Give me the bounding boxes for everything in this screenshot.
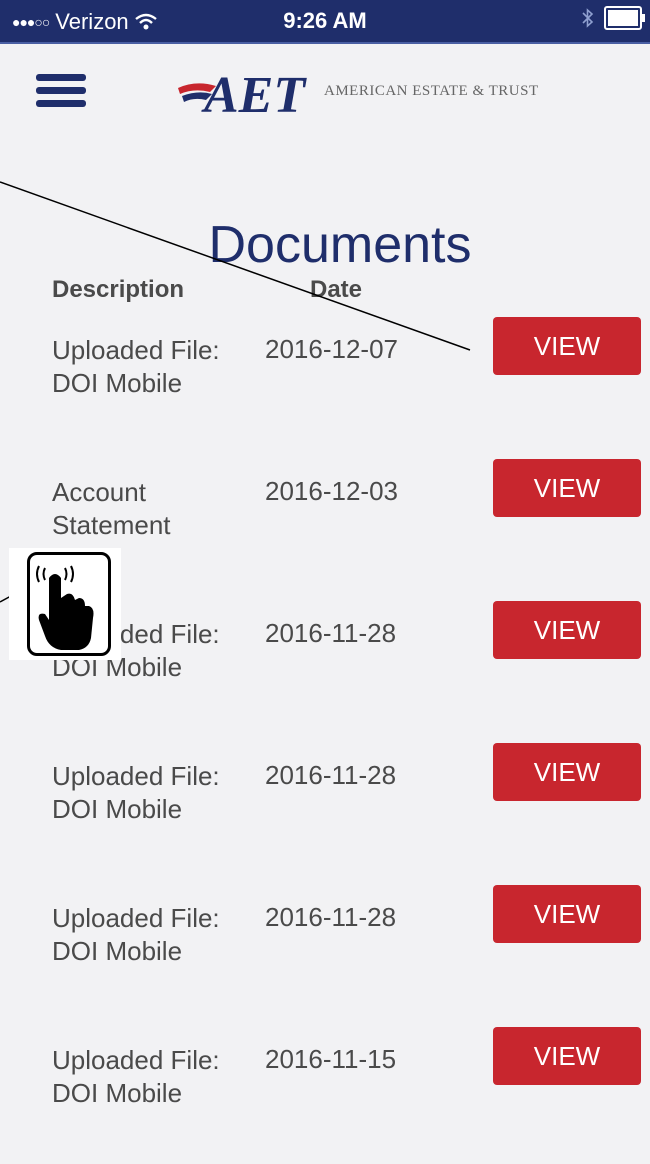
- logo-text: AET: [201, 67, 307, 118]
- view-button[interactable]: VIEW: [493, 459, 641, 517]
- page-title: Documents: [208, 215, 472, 274]
- column-header-description: Description: [52, 276, 185, 303]
- row-description: Uploaded File: DOI Mobile: [52, 903, 220, 966]
- bluetooth-icon: [582, 8, 594, 28]
- view-button[interactable]: VIEW: [493, 317, 641, 375]
- row-description: Uploaded File: DOI Mobile: [52, 335, 220, 398]
- menu-icon-bar: [36, 74, 86, 81]
- row-date: 2016-11-28: [265, 760, 397, 790]
- row-date: 2016-12-07: [265, 334, 398, 364]
- brand-name: AMERICAN ESTATE & TRUST: [324, 83, 539, 99]
- row-date: 2016-12-03: [265, 476, 398, 506]
- view-button[interactable]: VIEW: [493, 743, 641, 801]
- row-date: 2016-11-15: [265, 1044, 397, 1074]
- row-description: Uploaded File: DOI Mobile: [52, 1045, 220, 1108]
- battery-icon: [604, 6, 645, 30]
- view-button[interactable]: VIEW: [493, 885, 641, 943]
- aet-logo: AET: [178, 67, 307, 118]
- status-time: 9:26 AM: [283, 8, 367, 33]
- row-description: Uploaded File: DOI Mobile: [52, 761, 220, 824]
- app-screen: ●●●○○ Verizon 9:26 AM AET AMERICAN ESTAT…: [0, 0, 650, 1164]
- column-header-date: Date: [310, 276, 363, 303]
- view-button[interactable]: VIEW: [493, 601, 641, 659]
- menu-icon-bar: [36, 87, 86, 94]
- view-button[interactable]: VIEW: [493, 1027, 641, 1085]
- row-description: Account Statement: [52, 477, 171, 540]
- hamburger-menu-button[interactable]: [36, 74, 86, 110]
- menu-icon-bar: [36, 100, 86, 107]
- status-bar: ●●●○○ Verizon 9:26 AM: [0, 0, 650, 44]
- tap-hand-icon: [9, 548, 121, 660]
- row-date: 2016-11-28: [265, 902, 397, 932]
- row-date: 2016-11-28: [265, 618, 397, 648]
